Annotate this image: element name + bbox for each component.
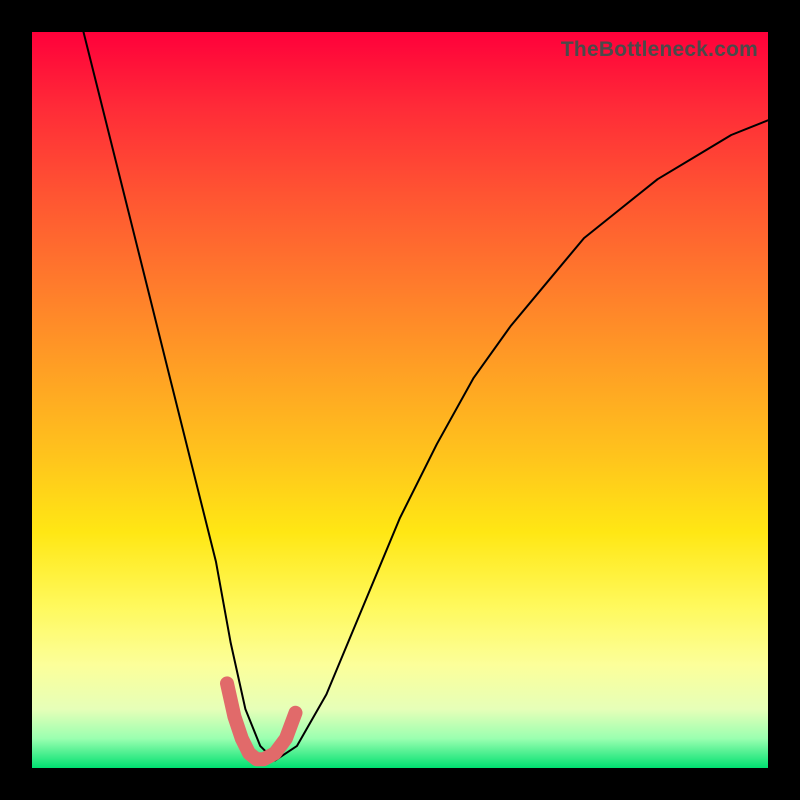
plot-area: TheBottleneck.com bbox=[32, 32, 768, 768]
chart-frame: TheBottleneck.com bbox=[0, 0, 800, 800]
watermark-text: TheBottleneck.com bbox=[561, 38, 758, 62]
background-gradient bbox=[32, 32, 768, 768]
